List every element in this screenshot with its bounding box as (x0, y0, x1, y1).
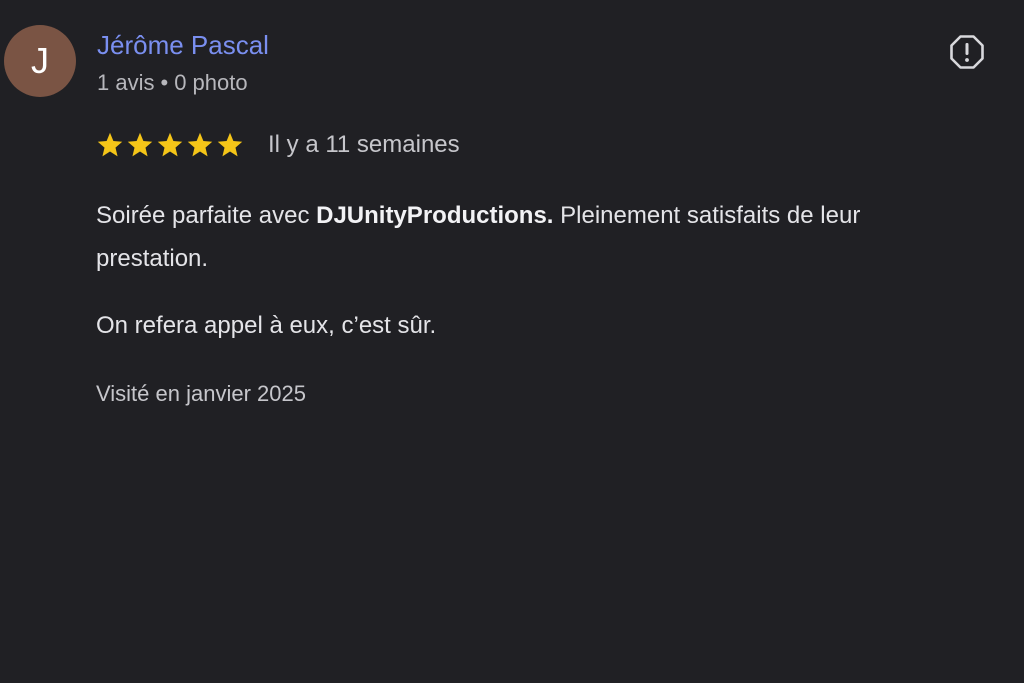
star-icon (217, 132, 243, 157)
star-rating (96, 131, 244, 159)
photos-count: 0 photo (174, 70, 248, 95)
star-icon (157, 132, 183, 157)
star-icon (97, 132, 123, 157)
meta-separator: • (160, 70, 169, 95)
review-card: J Jérôme Pascal 1 avis • 0 photo Il y a 11… (0, 0, 1024, 683)
report-octagon-icon (950, 35, 984, 69)
review-text-start: Soirée parfaite avec (96, 202, 317, 229)
visit-date: Visité en janvier 2025 (96, 381, 306, 406)
avatar-initial: J (31, 40, 49, 81)
review-date: Il y a 11 semaines (268, 131, 460, 158)
author-name-link[interactable]: Jérôme Pascal (97, 29, 269, 61)
avatar[interactable]: J (4, 25, 76, 97)
report-button[interactable] (946, 31, 988, 73)
review-brand-mention: DJUnityProductions. (316, 202, 554, 229)
review-text: Soirée parfaite avec DJUnityProductions.… (96, 194, 956, 280)
star-icon (127, 132, 153, 157)
review-text-second-paragraph: On refera appel à eux, c’est sûr. (96, 312, 437, 339)
reviews-count: 1 avis (97, 70, 155, 95)
author-meta: 1 avis • 0 photo (97, 69, 248, 97)
star-icon (187, 132, 213, 157)
rating-row: Il y a 11 semaines (96, 127, 460, 163)
